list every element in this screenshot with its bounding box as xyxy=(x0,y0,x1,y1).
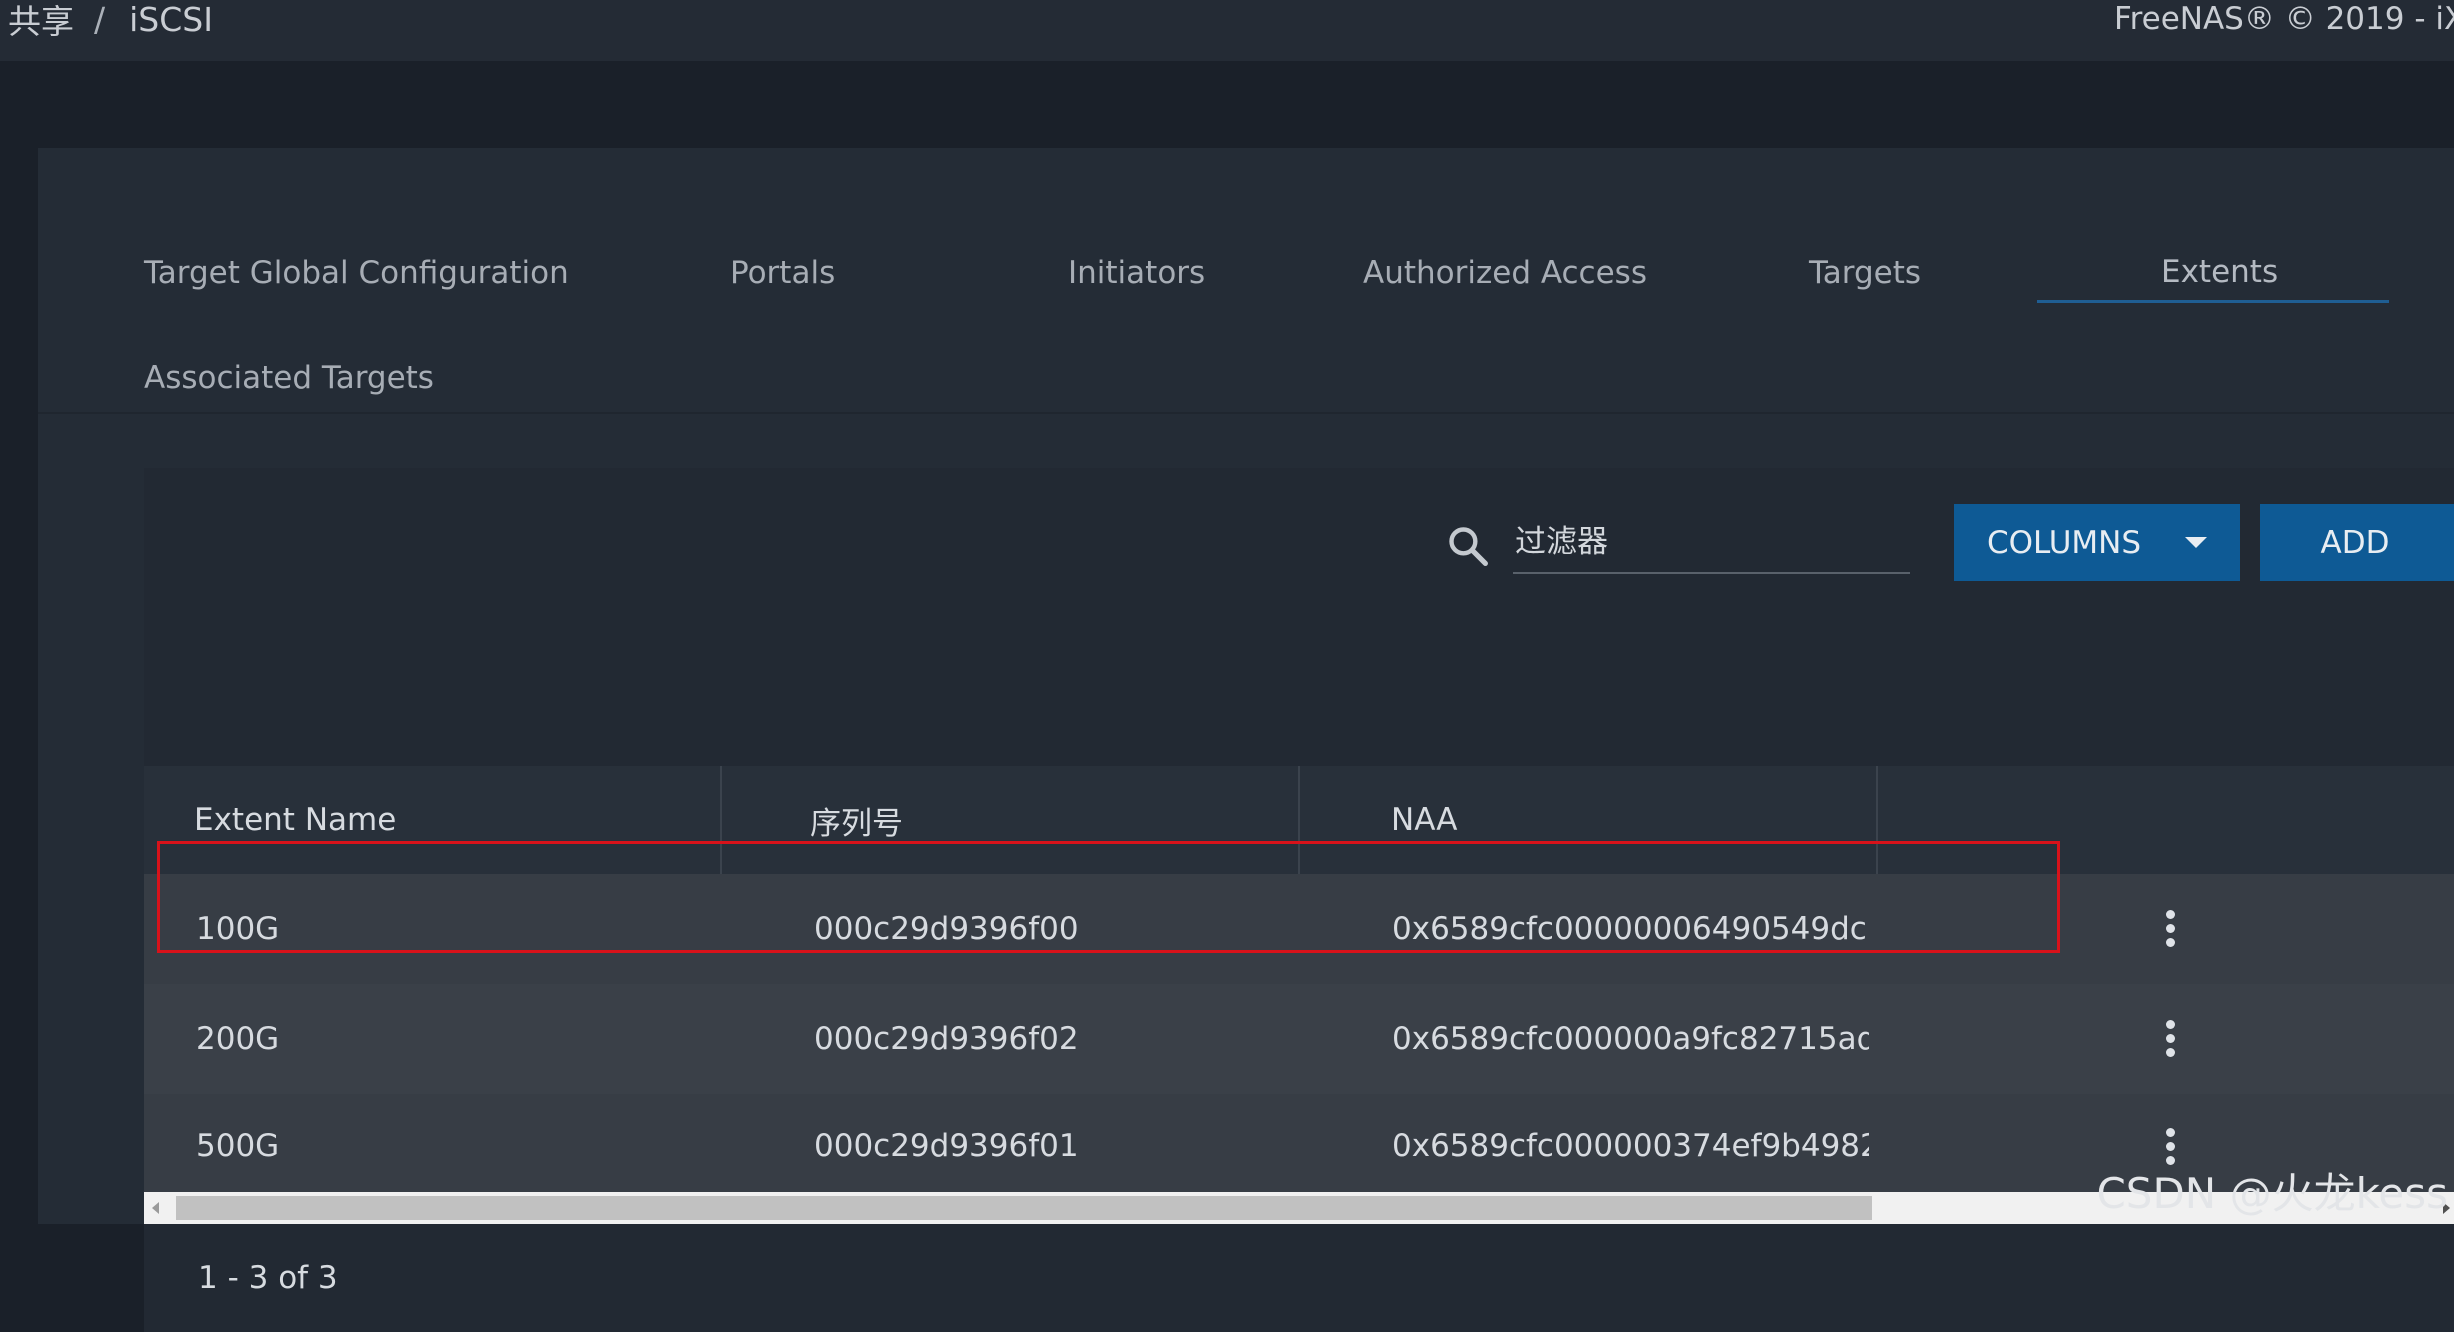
column-header-naa[interactable]: NAA xyxy=(1391,766,1457,874)
cell-serial: 000c29d9396f00 xyxy=(814,911,1079,947)
tab-authorized-access[interactable]: Authorized Access xyxy=(1363,243,1647,303)
scrollbar-thumb[interactable] xyxy=(176,1196,1872,1220)
top-bar: 共享 / iSCSI FreeNAS® © 2019 - iX xyxy=(0,0,2454,61)
extents-table-panel: COLUMNS ADD Extent Name 序列号 NAA 100G 000… xyxy=(144,468,2454,1332)
tab-targets[interactable]: Targets xyxy=(1809,243,1921,303)
breadcrumb-separator: / xyxy=(94,0,106,39)
cell-extent-name: 100G xyxy=(196,911,280,947)
active-tab-indicator xyxy=(2037,300,2389,303)
filter-input[interactable] xyxy=(1513,512,1910,574)
cell-serial: 000c29d9396f01 xyxy=(814,1128,1079,1164)
cell-serial: 000c29d9396f02 xyxy=(814,1021,1079,1057)
column-divider[interactable] xyxy=(720,766,722,874)
cell-naa: 0x6589cfc000000a9fc82715ad650 xyxy=(1392,1021,1869,1057)
cell-naa: 0x6589cfc000000374ef9b4982f04 xyxy=(1392,1128,1869,1164)
search-icon xyxy=(1449,527,1488,566)
table-row[interactable]: 100G 000c29d9396f00 0x6589cfc00000006490… xyxy=(144,874,2454,984)
pagination-range: 1 - 3 of 3 xyxy=(198,1260,338,1296)
table-footer: 1 - 3 of 3 xyxy=(144,1224,2454,1332)
breadcrumb-item-iscsi: iSCSI xyxy=(129,0,213,39)
copyright-text: FreeNAS® © 2019 - iX xyxy=(2114,1,2454,37)
table-row[interactable]: 200G 000c29d9396f02 0x6589cfc000000a9fc8… xyxy=(144,984,2454,1094)
tab-extents[interactable]: Extents xyxy=(2161,242,2278,302)
add-button[interactable]: ADD xyxy=(2260,504,2454,581)
column-divider[interactable] xyxy=(1298,766,1300,874)
column-header-serial[interactable]: 序列号 xyxy=(810,766,903,874)
tab-associated-targets[interactable]: Associated Targets xyxy=(144,348,434,408)
tab-target-global-configuration[interactable]: Target Global Configuration xyxy=(144,243,569,303)
tab-initiators[interactable]: Initiators xyxy=(1068,243,1205,303)
row-menu-icon[interactable] xyxy=(2163,1020,2177,1060)
breadcrumb: 共享 / iSCSI xyxy=(8,0,213,41)
breadcrumb-item-share[interactable]: 共享 xyxy=(8,0,74,43)
table-toolbar: COLUMNS ADD xyxy=(144,468,2454,618)
tab-portals[interactable]: Portals xyxy=(730,243,835,303)
tab-bar: Target Global Configuration Portals Init… xyxy=(38,148,2454,414)
cell-naa: 0x6589cfc00000006490549dc38c0 xyxy=(1392,911,1869,947)
watermark: CSDN @火龙kess xyxy=(2096,1169,2448,1218)
caret-down-icon xyxy=(2185,537,2208,548)
scroll-left-icon[interactable] xyxy=(152,1202,159,1214)
table-header: Extent Name 序列号 NAA xyxy=(144,766,2454,874)
columns-button[interactable]: COLUMNS xyxy=(1954,504,2240,581)
cell-extent-name: 500G xyxy=(196,1128,280,1164)
column-header-extent-name[interactable]: Extent Name xyxy=(194,766,396,874)
cell-extent-name: 200G xyxy=(196,1021,280,1057)
iscsi-card: Target Global Configuration Portals Init… xyxy=(38,148,2454,1332)
row-menu-icon[interactable] xyxy=(2163,910,2177,950)
column-divider[interactable] xyxy=(1876,766,1878,874)
columns-button-label: COLUMNS xyxy=(1986,524,2142,561)
